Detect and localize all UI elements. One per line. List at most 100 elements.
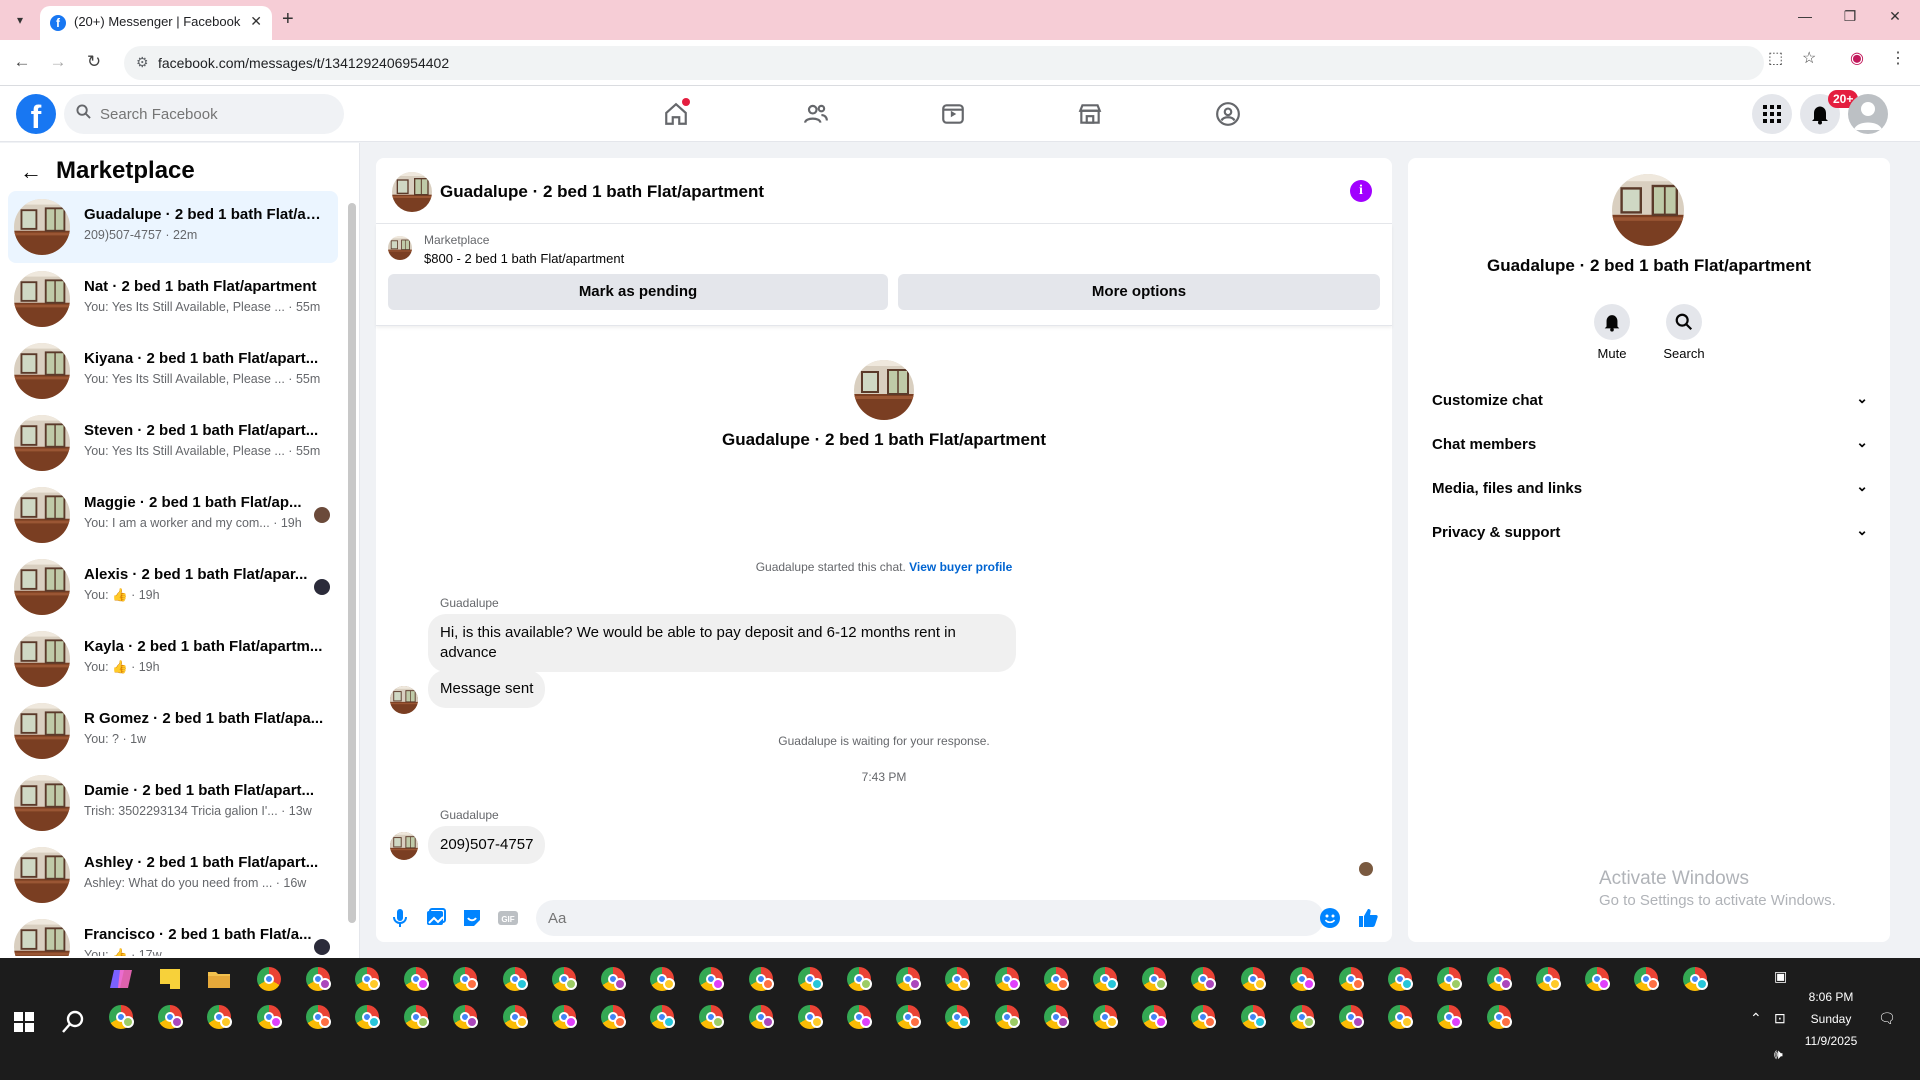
sender-avatar[interactable] [390, 832, 418, 860]
chrome-app-icon[interactable] [744, 1000, 778, 1034]
chrome-app-icon[interactable] [793, 962, 827, 996]
conversation-item[interactable]: Nat · 2 bed 1 bath Flat/apartment You: Ye… [8, 263, 338, 335]
conversation-item[interactable]: Guadalupe · 2 bed 1 bath Flat/ap... 209)5… [8, 191, 338, 263]
reload-icon[interactable]: ↻ [82, 52, 106, 72]
chrome-app-icon[interactable] [1334, 962, 1368, 996]
menu-button[interactable] [1752, 94, 1792, 134]
notification-center-icon[interactable]: 🗨 [1878, 1010, 1896, 1027]
new-tab-icon[interactable]: + [282, 8, 294, 30]
customize-chat-row[interactable]: Customize chat ⌄ [1424, 380, 1874, 424]
mute-button[interactable]: Mute [1582, 304, 1642, 361]
chrome-app-icon[interactable] [1236, 1000, 1270, 1034]
chrome-app-icon[interactable] [1383, 1000, 1417, 1034]
conversation-item[interactable]: Kiyana · 2 bed 1 bath Flat/apart... You: … [8, 335, 338, 407]
microphone-icon[interactable] [388, 906, 412, 930]
chrome-app-icon[interactable] [1629, 962, 1663, 996]
chrome-app-icon[interactable] [1088, 1000, 1122, 1034]
tab-search-icon[interactable]: ▾ [10, 10, 30, 30]
conversation-item[interactable]: Alexis · 2 bed 1 bath Flat/apar... You: 👍… [8, 551, 338, 623]
browser-tab[interactable]: f (20+) Messenger | Facebook ✕ [40, 6, 272, 40]
restore-icon[interactable]: ❐ [1835, 8, 1865, 25]
media-files-links-row[interactable]: Media, files and links ⌄ [1424, 468, 1874, 512]
friends-nav[interactable] [796, 96, 836, 132]
chrome-app-icon[interactable] [990, 1000, 1024, 1034]
message-bubble[interactable]: Hi, is this available? We would be able … [428, 614, 1016, 672]
volume-icon[interactable]: 🕪 [1774, 1046, 1783, 1063]
chrome-app-icon[interactable] [1580, 962, 1614, 996]
site-info-icon[interactable]: ⚙ [136, 54, 149, 71]
clock-date[interactable]: 11/9/2025 [1796, 1034, 1866, 1048]
browser-menu-icon[interactable]: ⋮ [1890, 48, 1906, 68]
chrome-app-icon[interactable] [547, 962, 581, 996]
chrome-app-icon[interactable] [744, 962, 778, 996]
tray-expand-icon[interactable]: ⌃ [1750, 1010, 1762, 1027]
sender-avatar[interactable] [390, 686, 418, 714]
listing-title[interactable]: $800 - 2 bed 1 bath Flat/apartment [424, 251, 624, 266]
video-nav[interactable] [933, 96, 973, 132]
file-explorer-icon[interactable] [202, 962, 236, 996]
bookmark-star-icon[interactable]: ☆ [1802, 48, 1816, 68]
chrome-app-icon[interactable] [399, 962, 433, 996]
chrome-app-icon[interactable] [202, 1000, 236, 1034]
chrome-app-icon[interactable] [1334, 1000, 1368, 1034]
info-icon[interactable]: i [1350, 180, 1372, 202]
chrome-app-icon[interactable] [645, 1000, 679, 1034]
listing-thumbnail[interactable] [388, 236, 412, 260]
chrome-app-icon[interactable] [596, 1000, 630, 1034]
conversation-item[interactable]: Maggie · 2 bed 1 bath Flat/ap... You: I a… [8, 479, 338, 551]
chrome-app-icon[interactable] [252, 1000, 286, 1034]
home-nav[interactable] [656, 96, 696, 132]
url-text[interactable]: facebook.com/messages/t/1341292406954402 [158, 55, 449, 71]
facebook-logo-icon[interactable]: f [16, 94, 56, 135]
back-icon[interactable]: ← [10, 52, 34, 72]
chrome-app-icon[interactable] [1678, 962, 1712, 996]
account-avatar[interactable] [1848, 94, 1888, 134]
conversation-item[interactable]: Kayla · 2 bed 1 bath Flat/apartm... You: … [8, 623, 338, 695]
thumbs-up-icon[interactable] [1356, 906, 1380, 930]
clock-time[interactable]: 8:06 PM [1796, 990, 1866, 1004]
mark-as-pending-button[interactable]: Mark as pending [388, 274, 888, 310]
copilot-icon[interactable] [104, 962, 138, 996]
chrome-app-icon[interactable] [596, 962, 630, 996]
chat-info-thumbnail[interactable] [1612, 174, 1684, 246]
chrome-app-icon[interactable] [1137, 962, 1171, 996]
profile-icon[interactable]: ◉ [1850, 48, 1864, 68]
chrome-app-icon[interactable] [1039, 1000, 1073, 1034]
chrome-app-icon[interactable] [891, 1000, 925, 1034]
tray-device-icon[interactable]: ▣ [1774, 968, 1787, 985]
marketplace-nav[interactable] [1070, 96, 1110, 132]
chrome-app-icon[interactable] [891, 962, 925, 996]
view-buyer-profile-link[interactable]: View buyer profile [909, 560, 1012, 574]
more-options-button[interactable]: More options [898, 274, 1380, 310]
chrome-app-icon[interactable] [1482, 1000, 1516, 1034]
clock-day[interactable]: Sunday [1796, 1012, 1866, 1026]
chrome-app-icon[interactable] [694, 962, 728, 996]
sticky-notes-icon[interactable] [153, 962, 187, 996]
chrome-app-icon[interactable] [153, 1000, 187, 1034]
windows-start-icon[interactable] [14, 1012, 34, 1032]
chrome-app-icon[interactable] [1186, 962, 1220, 996]
chrome-app-icon[interactable] [940, 962, 974, 996]
chrome-app-icon[interactable] [694, 1000, 728, 1034]
chrome-app-icon[interactable] [498, 1000, 532, 1034]
search-input[interactable] [100, 94, 330, 134]
chrome-app-icon[interactable] [1383, 962, 1417, 996]
back-arrow-icon[interactable]: ← [20, 159, 42, 185]
chrome-app-icon[interactable] [1432, 962, 1466, 996]
tab-close-icon[interactable]: ✕ [250, 13, 262, 30]
chrome-app-icon[interactable] [1482, 962, 1516, 996]
chrome-app-icon[interactable] [940, 1000, 974, 1034]
chrome-app-icon[interactable] [399, 1000, 433, 1034]
conversation-item[interactable]: R Gomez · 2 bed 1 bath Flat/apa... You: ?… [8, 695, 338, 767]
conversation-item[interactable]: Steven · 2 bed 1 bath Flat/apart... You: … [8, 407, 338, 479]
chrome-app-icon[interactable] [252, 962, 286, 996]
chrome-app-icon[interactable] [301, 1000, 335, 1034]
network-icon[interactable]: ⊡ [1774, 1010, 1786, 1027]
install-app-icon[interactable]: ⬚ [1768, 48, 1783, 68]
chrome-app-icon[interactable] [1039, 962, 1073, 996]
privacy-support-row[interactable]: Privacy & support ⌄ [1424, 512, 1874, 556]
message-bubble[interactable]: Message sent [428, 670, 546, 708]
conversation-item[interactable]: Francisco · 2 bed 1 bath Flat/a... You: 👍… [8, 911, 338, 956]
message-bubble[interactable]: 209)507-4757 [428, 826, 546, 864]
chrome-app-icon[interactable] [1236, 962, 1270, 996]
